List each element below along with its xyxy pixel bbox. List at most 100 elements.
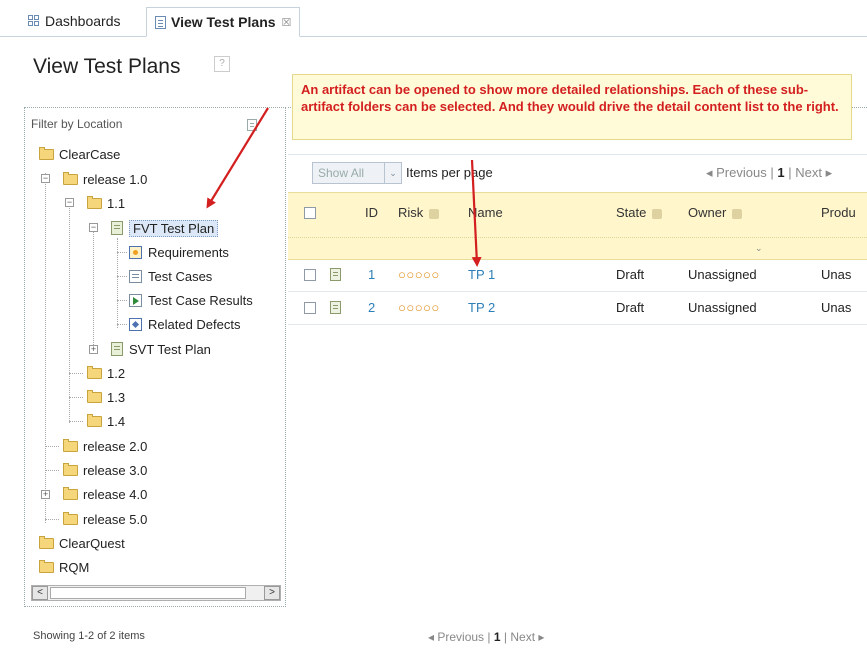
folder-icon <box>39 559 54 573</box>
column-header-name[interactable]: Name <box>468 205 503 220</box>
column-header-owner[interactable]: Owner <box>688 205 743 220</box>
tab-label: View Test Plans <box>171 14 276 30</box>
tree-item-label: Test Cases <box>148 268 213 284</box>
tab-view-test-plans[interactable]: View Test Plans ☒ <box>146 7 301 37</box>
tree-item-release-2-0[interactable]: release 2.0 <box>63 436 147 456</box>
show-all-select[interactable]: Show All ⌄ <box>312 162 402 184</box>
test-plan-icon <box>111 221 123 235</box>
tree-item-label: ClearQuest <box>59 535 125 551</box>
tree-item-label: 1.3 <box>107 389 126 405</box>
expand-toggle-icon[interactable]: + <box>41 490 50 499</box>
pager-separator: | <box>788 165 792 180</box>
header-divider <box>288 237 867 238</box>
row-name-link[interactable]: TP 1 <box>468 267 495 282</box>
tree-item-release-3-0[interactable]: release 3.0 <box>63 460 147 480</box>
tree-connector <box>117 300 127 301</box>
next-link[interactable]: Next ▸ <box>510 630 544 644</box>
scrollbar-thumb[interactable] <box>50 587 246 599</box>
sort-icon[interactable] <box>652 208 663 219</box>
collapse-toggle-icon[interactable]: − <box>89 223 98 232</box>
scroll-right-button[interactable]: > <box>264 586 280 600</box>
sort-icon[interactable] <box>429 208 440 219</box>
location-tree-panel: Filter by Location ClearCase − release 1… <box>24 107 286 607</box>
tree-item-label: 1.2 <box>107 365 126 381</box>
column-header-product[interactable]: Produ <box>821 205 856 220</box>
tree-connector <box>117 252 127 253</box>
grid-icon <box>28 15 40 27</box>
tree-item-label: release 3.0 <box>83 462 148 478</box>
current-page: 1 <box>493 630 501 644</box>
next-link[interactable]: Next ▸ <box>795 165 832 180</box>
chevron-down-icon[interactable]: ⌄ <box>755 243 763 254</box>
select-all-checkbox[interactable] <box>304 207 316 219</box>
tree-item-1-3[interactable]: 1.3 <box>87 387 125 407</box>
folder-icon <box>39 146 54 160</box>
column-header-label: Owner <box>688 205 727 220</box>
close-icon[interactable]: ☒ <box>282 16 292 29</box>
tree-item-release-1-0[interactable]: release 1.0 <box>63 169 147 189</box>
tree-item-1-1[interactable]: 1.1 <box>87 193 125 213</box>
pager-separator: | <box>487 630 491 644</box>
scroll-left-button[interactable]: < <box>32 586 48 600</box>
tree-item-clearcase[interactable]: ClearCase <box>39 144 120 164</box>
folder-icon <box>63 511 78 525</box>
tree-connector <box>69 421 83 422</box>
tree-item-label: FVT Test Plan <box>129 219 219 237</box>
row-owner: Unassigned <box>688 267 757 282</box>
tree-item-clearquest[interactable]: ClearQuest <box>39 533 125 553</box>
row-id[interactable]: 2 <box>368 300 375 315</box>
test-cases-icon <box>129 269 142 283</box>
requirements-icon <box>129 245 142 259</box>
tree-item-test-cases[interactable]: Test Cases <box>129 266 212 286</box>
column-header-state[interactable]: State <box>616 205 663 220</box>
expand-toggle-icon[interactable]: + <box>89 345 98 354</box>
tree-item-label: Related Defects <box>148 316 241 332</box>
column-header-label: Risk <box>398 205 424 220</box>
tree-item-label: ClearCase <box>59 146 121 162</box>
tree-item-release-4-0[interactable]: release 4.0 <box>63 484 147 504</box>
tree-item-1-4[interactable]: 1.4 <box>87 411 125 431</box>
bottom-pager: ◂ Previous | 1 | Next ▸ <box>428 630 544 644</box>
tree-connector <box>117 276 127 277</box>
tree-connector <box>69 198 70 423</box>
row-state: Draft <box>616 300 645 315</box>
tree-item-label: Requirements <box>148 244 229 260</box>
tab-bar: Dashboards View Test Plans ☒ <box>0 0 867 37</box>
tree-horizontal-scrollbar[interactable]: < > <box>31 585 281 601</box>
previous-link[interactable]: ◂ Previous <box>706 165 767 180</box>
tab-dashboards[interactable]: Dashboards <box>20 8 129 34</box>
tree-connector <box>45 446 59 447</box>
tree-item-requirements[interactable]: Requirements <box>129 242 229 262</box>
previous-link[interactable]: ◂ Previous <box>428 630 484 644</box>
tree-item-fvt-test-plan[interactable]: FVT Test Plan <box>111 218 219 238</box>
folder-icon <box>87 389 102 403</box>
folder-icon <box>87 195 102 209</box>
row-product: Unas <box>821 267 852 282</box>
collapse-toggle-icon[interactable]: − <box>65 198 74 207</box>
tree-connector <box>45 470 59 471</box>
folder-icon <box>39 535 54 549</box>
tree-item-label: release 4.0 <box>83 486 148 502</box>
filter-options-icon[interactable] <box>247 119 257 131</box>
row-checkbox[interactable] <box>304 269 316 281</box>
table-row[interactable]: 1 ○○○○○ TP 1 Draft Unassigned Unas <box>288 259 867 292</box>
chevron-down-icon[interactable]: ⌄ <box>384 163 401 183</box>
row-checkbox[interactable] <box>304 302 316 314</box>
tree-item-1-2[interactable]: 1.2 <box>87 363 125 383</box>
table-row[interactable]: 2 ○○○○○ TP 2 Draft Unassigned Unas <box>288 292 867 325</box>
tree-item-rqm[interactable]: RQM <box>39 557 89 577</box>
tree-item-label: Test Case Results <box>148 292 253 308</box>
tree-item-svt-test-plan[interactable]: SVT Test Plan <box>111 339 211 359</box>
column-header-id[interactable]: ID <box>365 205 378 220</box>
sort-icon[interactable] <box>732 208 743 219</box>
tab-label: Dashboards <box>45 13 121 29</box>
tree-item-related-defects[interactable]: Related Defects <box>129 314 241 334</box>
tree-item-release-5-0[interactable]: release 5.0 <box>63 509 147 529</box>
row-id[interactable]: 1 <box>368 267 375 282</box>
risk-rating: ○○○○○ <box>398 267 440 282</box>
tree-item-test-case-results[interactable]: Test Case Results <box>129 290 253 310</box>
row-name-link[interactable]: TP 2 <box>468 300 495 315</box>
help-icon[interactable]: ? <box>214 56 230 72</box>
column-header-risk[interactable]: Risk <box>398 205 440 220</box>
collapse-toggle-icon[interactable]: − <box>41 174 50 183</box>
